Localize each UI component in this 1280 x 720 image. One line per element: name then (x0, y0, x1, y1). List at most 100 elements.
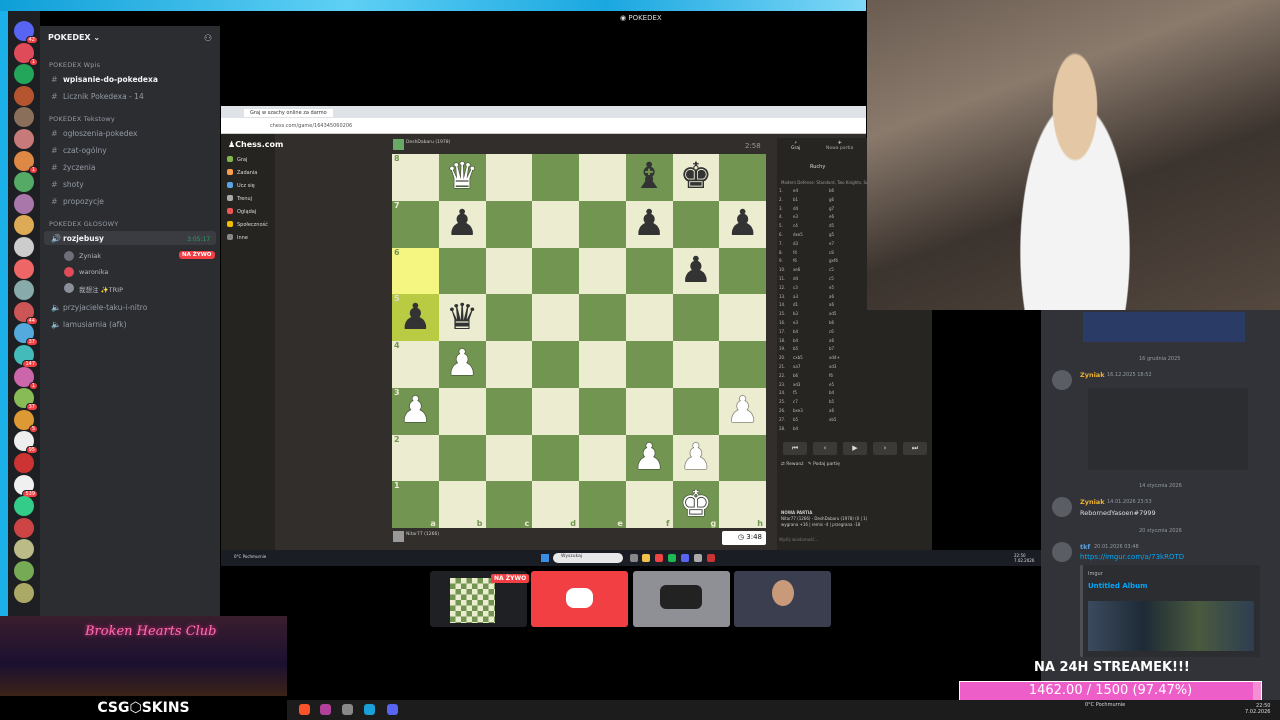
move-text[interactable]: 28. (779, 426, 785, 431)
board-square[interactable] (532, 154, 579, 201)
board-square[interactable] (625, 294, 673, 341)
board-square[interactable] (485, 247, 533, 295)
board-square[interactable]: ♚ (672, 154, 720, 201)
server-icon[interactable] (14, 539, 34, 560)
board-square[interactable]: g ♚ (672, 481, 720, 528)
channel-licznik[interactable]: Licznik Pokedexa - 14 (63, 92, 144, 101)
board-square[interactable] (485, 434, 533, 482)
channel-wpisanie[interactable]: wpisanie-do-pokedexa (63, 75, 158, 84)
move-text[interactable]: f6 (829, 373, 833, 378)
move-text[interactable]: xd3 (829, 364, 836, 369)
board-square[interactable] (672, 341, 720, 388)
server-icon[interactable] (14, 193, 34, 214)
move-text[interactable]: 2. (779, 197, 783, 202)
move-text[interactable]: f5 (793, 390, 797, 395)
browser-tab[interactable]: Graj w szachy online za darmo (244, 109, 333, 117)
server-icon[interactable] (14, 85, 34, 106)
tab-graj[interactable]: ⚡ Graj (791, 141, 800, 151)
move-text[interactable]: xb5 (829, 417, 836, 422)
white-pawn-icon[interactable]: ♟ (726, 393, 758, 429)
opponent-name[interactable]: DeshDabaru (1978) (406, 140, 450, 145)
move-text[interactable]: xd4+ (829, 355, 840, 360)
nav-graj[interactable]: Graj (237, 157, 247, 163)
board-square[interactable] (579, 387, 626, 435)
prev-move-button[interactable]: ‹ (813, 442, 837, 455)
voice-channel[interactable]: przyjaciele-taku-i-nitro (63, 303, 147, 312)
server-icon[interactable]: 37 (14, 323, 38, 347)
url-text[interactable]: chess.com/game/164345060206 (270, 123, 352, 129)
move-text[interactable]: a6 (829, 338, 834, 343)
weather-widget[interactable]: 0°C Pochmurnie (234, 554, 266, 559)
board-square[interactable]: e (579, 481, 626, 528)
voice-user[interactable]: waronika (79, 268, 108, 276)
board-square[interactable] (579, 341, 626, 388)
server-icon[interactable] (14, 582, 34, 603)
app-icon[interactable] (364, 704, 375, 715)
move-text[interactable]: bxe3 (793, 408, 803, 413)
move-text[interactable]: b5 (829, 399, 834, 404)
imgur-link[interactable]: https://imgur.com/a/73kROTD (1080, 553, 1184, 561)
move-text[interactable]: f4 (793, 250, 797, 255)
voice-channel-rozjebusy[interactable]: rozjebusy (63, 234, 104, 243)
board-square[interactable]: ♛ (438, 294, 486, 341)
black-pawn-icon[interactable]: ♟ (726, 206, 758, 242)
move-text[interactable]: gxf6 (829, 258, 838, 263)
move-text[interactable]: g7 (829, 206, 834, 211)
board-square[interactable]: b (438, 481, 486, 528)
channel-czat[interactable]: czat-ogólny (63, 146, 107, 155)
board-square[interactable]: d (532, 481, 579, 528)
settings-icon[interactable] (342, 704, 353, 715)
server-name[interactable]: POKEDEX ⌄ (48, 33, 100, 42)
move-text[interactable]: b6 (829, 188, 834, 193)
move-text[interactable]: c4 (793, 223, 798, 228)
category-tekst[interactable]: POKEDEX Tekstowy (49, 115, 115, 123)
move-text[interactable]: 18. (779, 338, 785, 343)
board-square[interactable] (532, 434, 579, 482)
board-square[interactable] (719, 247, 766, 295)
move-text[interactable]: e5 (829, 285, 834, 290)
move-text[interactable]: c6 (829, 329, 834, 334)
add-member-icon[interactable]: ⚇ (204, 34, 212, 44)
move-text[interactable]: 15. (779, 311, 785, 316)
nav-ucz[interactable]: Ucz się (237, 183, 255, 189)
first-move-button[interactable]: ⏮ (783, 442, 807, 455)
board-square[interactable]: ♟ (672, 247, 720, 295)
white-pawn-icon[interactable]: ♟ (399, 393, 431, 429)
move-text[interactable]: 6. (779, 232, 783, 237)
board-square[interactable] (719, 341, 766, 388)
move-text[interactable]: d3 (793, 241, 798, 246)
board-square[interactable] (485, 294, 533, 341)
board-square[interactable] (438, 434, 486, 482)
board-square[interactable]: 3 ♟ (392, 387, 439, 435)
server-icon[interactable]: 44 (14, 301, 38, 325)
server-icon[interactable]: 147 (14, 345, 38, 368)
server-icon[interactable] (14, 107, 34, 128)
explorer-icon[interactable] (642, 554, 650, 562)
move-text[interactable]: 23. (779, 382, 785, 387)
move-text[interactable]: xd3 (793, 382, 800, 387)
move-text[interactable]: 27. (779, 417, 785, 422)
server-icon[interactable]: 95 (14, 431, 38, 455)
move-text[interactable]: d4 (793, 206, 798, 211)
server-icon[interactable] (14, 561, 34, 581)
nav-ogladaj[interactable]: Oglądaj (237, 209, 256, 215)
board-square[interactable] (625, 341, 673, 388)
move-text[interactable]: a6 (829, 408, 834, 413)
move-text[interactable]: 5. (779, 223, 783, 228)
board-square[interactable] (672, 294, 720, 341)
white-pawn-icon[interactable]: ♟ (680, 439, 712, 476)
board-square[interactable]: ♟ (438, 341, 486, 388)
move-text[interactable]: c8 (829, 250, 834, 255)
board-square[interactable] (625, 387, 673, 435)
move-text[interactable]: 4. (779, 214, 783, 219)
move-text[interactable]: 22. (779, 373, 785, 378)
move-text[interactable]: b5 (793, 417, 798, 422)
move-text[interactable]: e3 (793, 320, 798, 325)
board-square[interactable] (532, 387, 579, 435)
board-square[interactable]: ♟ (625, 200, 673, 248)
move-text[interactable]: c5 (829, 267, 834, 272)
move-text[interactable]: g5 (829, 232, 834, 237)
move-text[interactable]: 13. (779, 294, 785, 299)
move-text[interactable]: d4 (793, 276, 798, 281)
board-square[interactable] (719, 434, 766, 482)
